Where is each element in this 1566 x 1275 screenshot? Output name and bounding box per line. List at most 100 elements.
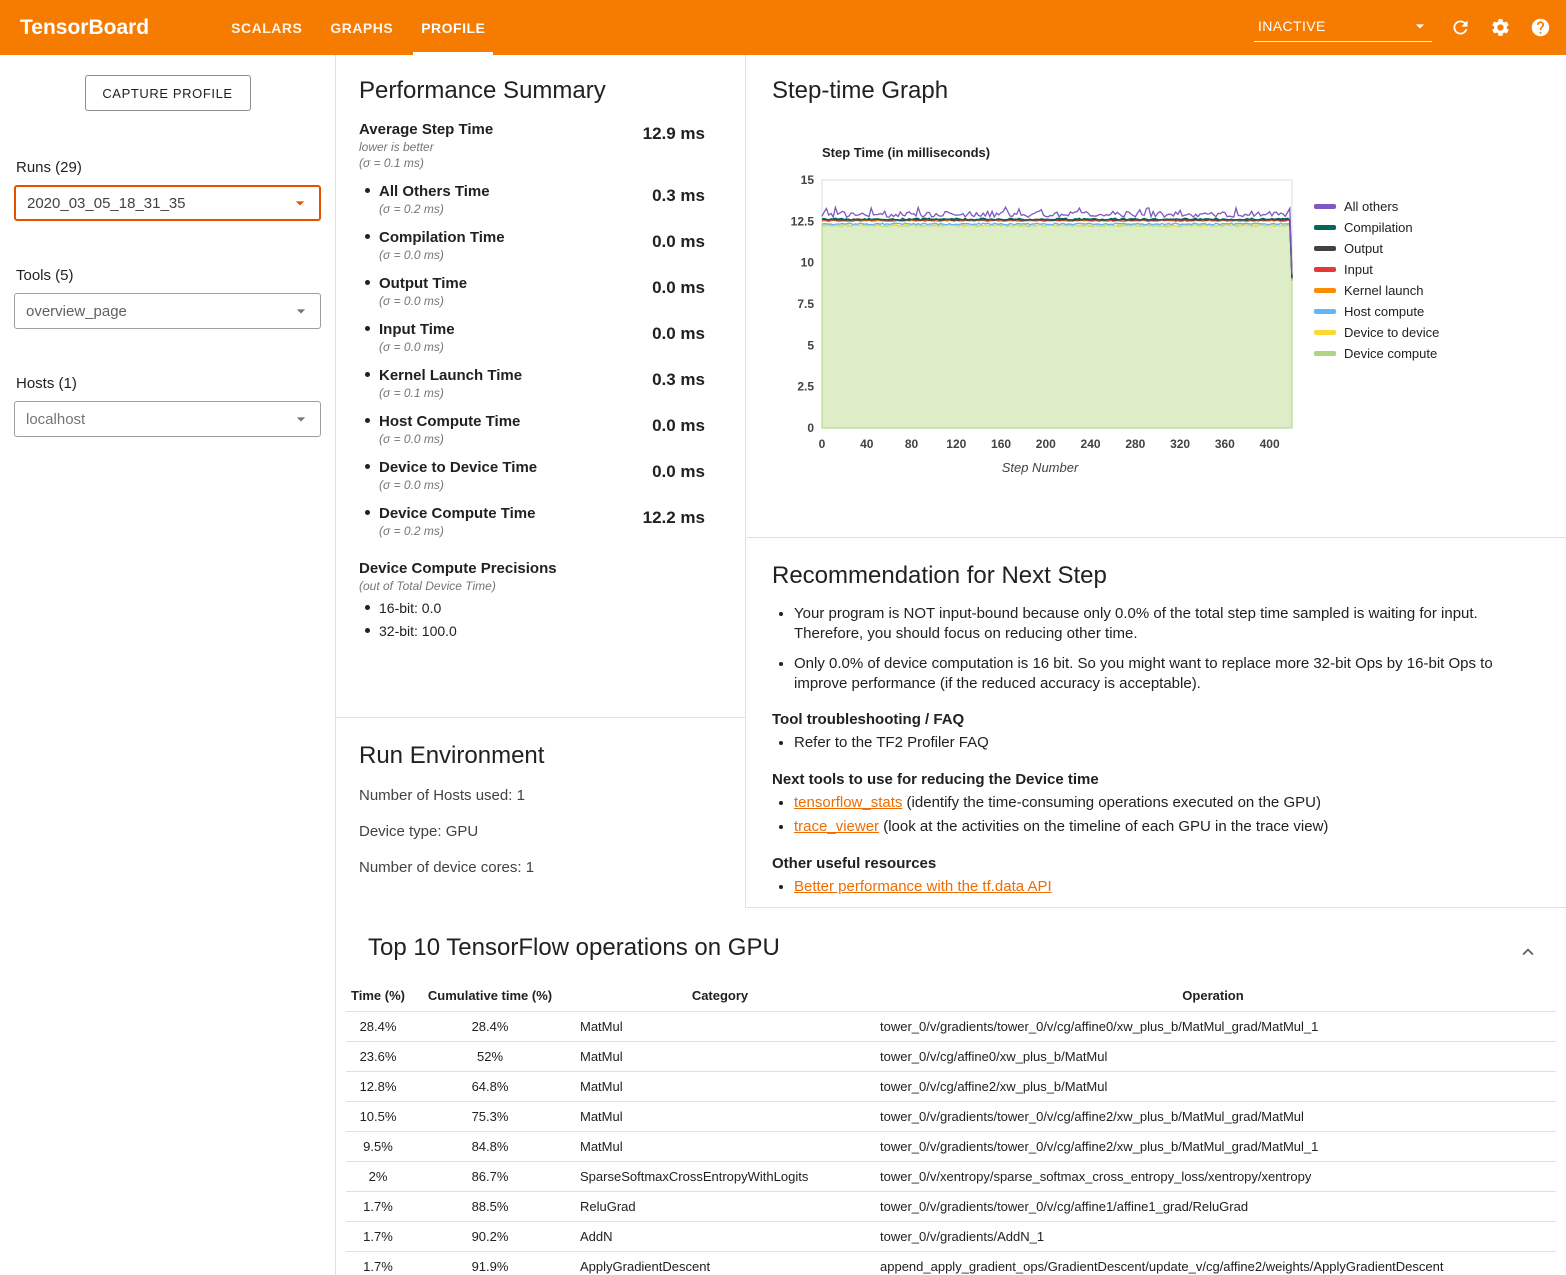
legend-label: Device to device — [1344, 325, 1439, 340]
legend-label: Device compute — [1344, 346, 1437, 361]
metric-sigma: (σ = 0.0 ms) — [379, 432, 520, 446]
runs-select[interactable]: 2020_03_05_18_31_35 — [14, 185, 321, 221]
device-compute-precisions: Device Compute Precisions (out of Total … — [359, 560, 705, 639]
metric-sigma: (σ = 0.0 ms) — [379, 340, 455, 354]
chart-row: 02.557.51012.515040801201602002402803203… — [776, 170, 1542, 460]
legend-swatch — [1314, 246, 1336, 251]
tab-profile[interactable]: PROFILE — [407, 0, 499, 55]
recommendation-item: tensorflow_stats (identify the time-cons… — [794, 793, 1542, 813]
recommendation-section-heading: Other useful resources — [772, 855, 1542, 872]
step-time-graph-card: Step-time Graph Step Time (in millisecon… — [747, 55, 1566, 538]
settings-gear-icon[interactable] — [1488, 16, 1512, 40]
inline-link[interactable]: Better performance with the tf.data API — [794, 878, 1052, 895]
metric-info: Input Time (σ = 0.0 ms) — [379, 321, 455, 354]
legend-item: Host compute — [1314, 301, 1439, 322]
table-row: 12.8%64.8%MatMultower_0/v/cg/affine2/xw_… — [346, 1072, 1556, 1102]
legend-swatch — [1314, 267, 1336, 272]
metric-label: Device to Device Time — [379, 459, 537, 476]
tools-select[interactable]: overview_page — [14, 293, 321, 329]
inline-link[interactable]: trace_viewer — [794, 818, 879, 835]
table-cell: MatMul — [570, 1012, 870, 1042]
performance-summary-card: Performance Summary Average Step Timelow… — [336, 55, 745, 718]
table-cell: tower_0/v/cg/affine0/xw_plus_b/MatMul — [870, 1042, 1556, 1072]
chevron-down-icon — [1410, 16, 1430, 36]
metric-row: Compilation Time(σ = 0.0 ms)0.0 ms — [359, 229, 705, 262]
run-env-line: Number of Hosts used: 1 — [359, 787, 722, 804]
metric-sigma: (σ = 0.2 ms) — [379, 202, 490, 216]
table-row: 1.7%88.5%ReluGradtower_0/v/gradients/tow… — [346, 1192, 1556, 1222]
metric-label: Host Compute Time — [379, 413, 520, 430]
collapse-chevron-up-icon[interactable] — [1516, 940, 1540, 964]
metric-sigma: (σ = 0.2 ms) — [379, 524, 535, 538]
performance-summary-title: Performance Summary — [359, 77, 705, 105]
table-cell: 9.5% — [346, 1132, 410, 1162]
tab-scalars[interactable]: SCALARS — [217, 0, 316, 55]
capture-profile-button[interactable]: CAPTURE PROFILE — [85, 75, 251, 111]
summary-column: Performance Summary Average Step Timelow… — [336, 55, 746, 908]
bullet-dot-icon — [365, 418, 370, 423]
recommendation-section-heading: Next tools to use for reducing the Devic… — [772, 771, 1542, 788]
table-row: 9.5%84.8%MatMultower_0/v/gradients/tower… — [346, 1132, 1556, 1162]
top-ops-card: Top 10 TensorFlow operations on GPU Time… — [336, 908, 1566, 1275]
table-cell: tower_0/v/gradients/tower_0/v/cg/affine2… — [870, 1102, 1556, 1132]
chart-x-axis-label: Step Number — [776, 460, 1304, 475]
recommendation-bullet: Only 0.0% of device computation is 16 bi… — [794, 654, 1542, 693]
metric-label: Input Time — [379, 321, 455, 338]
run-status-label: INACTIVE — [1258, 18, 1326, 34]
recommendation-section-heading: Tool troubleshooting / FAQ — [772, 711, 1542, 728]
tools-group: Tools (5) overview_page — [14, 267, 321, 329]
table-cell: tower_0/v/gradients/tower_0/v/cg/affine2… — [870, 1132, 1556, 1162]
legend-label: Input — [1344, 262, 1373, 277]
inline-link[interactable]: tensorflow_stats — [794, 794, 902, 811]
legend-swatch — [1314, 204, 1336, 209]
sidebar: CAPTURE PROFILE Runs (29) 2020_03_05_18_… — [0, 55, 335, 1275]
bullet-dot-icon — [365, 464, 370, 469]
metric-sigma: (σ = 0.1 ms) — [359, 156, 493, 170]
table-cell: 86.7% — [410, 1162, 570, 1192]
metric-sigma: (σ = 0.0 ms) — [379, 478, 537, 492]
app-title: TensorBoard — [20, 16, 149, 40]
metric-row: Host Compute Time (σ = 0.0 ms) 0.0 ms — [359, 413, 705, 446]
metric-info: Average Step Timelower is better(σ = 0.1… — [359, 121, 493, 170]
svg-text:10: 10 — [801, 256, 815, 270]
metric-row: Device Compute Time(σ = 0.2 ms)12.2 ms — [359, 505, 705, 538]
main-content: Performance Summary Average Step Timelow… — [335, 55, 1566, 1275]
legend-label: Output — [1344, 241, 1383, 256]
hosts-label: Hosts (1) — [16, 375, 321, 392]
legend-label: Kernel launch — [1344, 283, 1424, 298]
metric-value: 0.0 ms — [652, 229, 705, 262]
metric-label: Output Time — [379, 275, 467, 292]
table-cell: 28.4% — [410, 1012, 570, 1042]
metric-value: 0.3 ms — [652, 367, 705, 400]
svg-text:7.5: 7.5 — [797, 297, 814, 311]
table-cell: 84.8% — [410, 1132, 570, 1162]
precision-item: 32-bit: 100.0 — [359, 623, 705, 639]
bullet-dot-icon — [365, 234, 370, 239]
table-cell: MatMul — [570, 1042, 870, 1072]
metric-sigma: lower is better — [359, 140, 493, 154]
table-header-cell: Operation — [870, 982, 1556, 1012]
run-status-select[interactable]: INACTIVE — [1254, 14, 1432, 42]
metrics-list: Average Step Timelower is better(σ = 0.1… — [359, 121, 705, 538]
svg-text:120: 120 — [946, 437, 966, 451]
recommendation-section-items: tensorflow_stats (identify the time-cons… — [772, 793, 1542, 837]
chart-legend: All othersCompilationOutputInputKernel l… — [1314, 196, 1439, 460]
table-header-row: Time (%)Cumulative time (%)CategoryOpera… — [346, 982, 1556, 1012]
legend-label: Compilation — [1344, 220, 1413, 235]
table-cell: 12.8% — [346, 1072, 410, 1102]
tab-graphs[interactable]: GRAPHS — [316, 0, 407, 55]
recommendation-bullets: Your program is NOT input-bound because … — [772, 604, 1542, 693]
help-icon[interactable] — [1528, 16, 1552, 40]
bullet-dot-icon — [365, 326, 370, 331]
table-body: 28.4%28.4%MatMultower_0/v/gradients/towe… — [346, 1012, 1556, 1275]
legend-swatch — [1314, 309, 1336, 314]
refresh-icon[interactable] — [1448, 16, 1472, 40]
precisions-list: 16-bit: 0.032-bit: 100.0 — [359, 600, 705, 639]
table-cell: ReluGrad — [570, 1192, 870, 1222]
top-ops-title: Top 10 TensorFlow operations on GPU — [368, 934, 1556, 962]
hosts-select[interactable]: localhost — [14, 401, 321, 437]
hosts-group: Hosts (1) localhost — [14, 375, 321, 437]
svg-text:160: 160 — [991, 437, 1011, 451]
metric-value: 0.0 ms — [652, 413, 705, 446]
metric-sigma: (σ = 0.0 ms) — [379, 294, 467, 308]
